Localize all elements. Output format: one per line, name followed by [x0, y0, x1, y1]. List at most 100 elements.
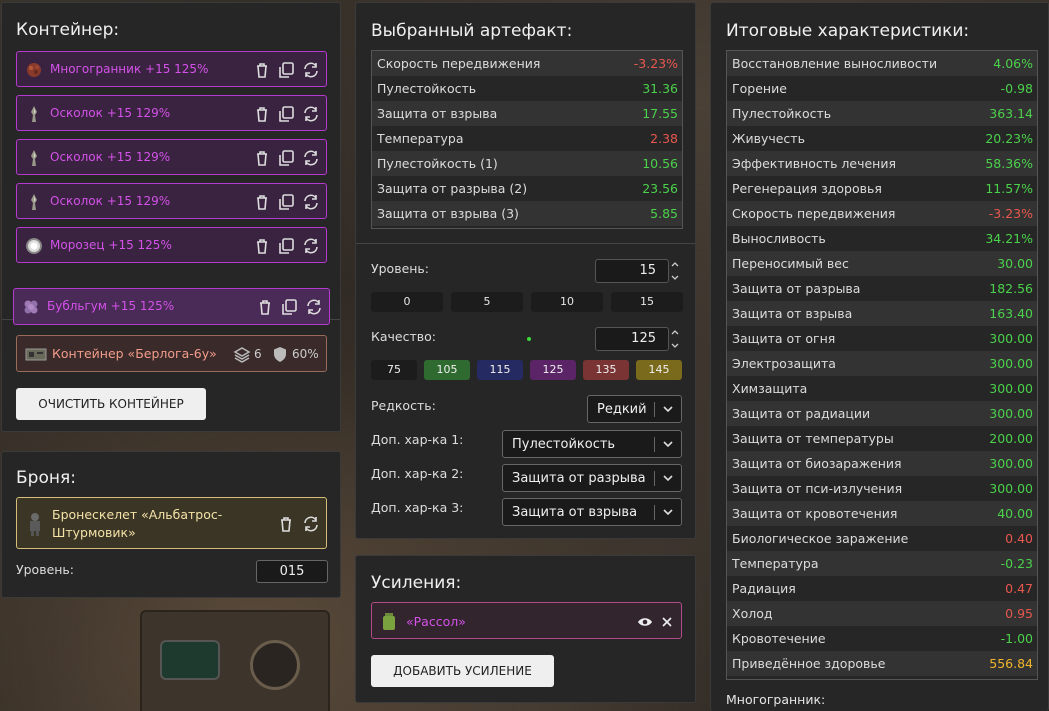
swap-icon[interactable] — [302, 237, 320, 255]
delete-icon[interactable] — [256, 298, 274, 316]
stat-value: -3.23% — [988, 206, 1033, 221]
clear-container-button[interactable]: ОЧИСТИТЬ КОНТЕЙНЕР — [16, 388, 206, 420]
container-item[interactable]: Морозец +15 125% — [16, 227, 327, 263]
stat-name: Защита от температуры — [732, 431, 894, 446]
chevron-down-icon — [662, 438, 674, 450]
container-icon — [25, 346, 47, 362]
delete-icon[interactable] — [253, 61, 271, 79]
armor-level-label: Уровень: — [16, 562, 75, 577]
swap-icon[interactable] — [302, 61, 320, 79]
container-item-label: Осколок +15 129% — [50, 194, 171, 208]
extra1-select[interactable]: Пулестойкость — [502, 430, 682, 458]
boost-item[interactable]: «Рассол» — [371, 602, 682, 639]
stat-value: 4.06% — [993, 56, 1033, 71]
stat-value: 58.36% — [985, 156, 1033, 171]
artifact-stats-table: Скорость передвижения -3.23% Пулестойкость… — [371, 50, 683, 229]
background-radio-dial — [160, 640, 220, 680]
stat-row: Скорость передвижения -3.23% — [727, 201, 1037, 226]
quality-preset-button[interactable]: 125 — [530, 360, 576, 380]
container-info[interactable]: Контейнер «Берлога-6у» 6 60% — [16, 335, 327, 372]
stat-value: 20.23% — [985, 131, 1033, 146]
swap-icon[interactable] — [302, 149, 320, 167]
container-item[interactable]: Осколок +15 129% — [16, 139, 327, 175]
stat-row: Защита от огня 300.00 — [727, 326, 1037, 351]
quality-preset-button[interactable]: 75 — [371, 360, 417, 380]
stat-name: Радиация — [732, 581, 796, 596]
stat-row: Защита от температуры 200.00 — [727, 426, 1037, 451]
swap-icon[interactable] — [305, 298, 323, 316]
artifact-quality-input[interactable]: 125 — [595, 327, 669, 351]
stat-value: -0.98 — [1000, 81, 1033, 96]
close-icon[interactable] — [660, 614, 674, 628]
stat-name: Скорость передвижения — [377, 56, 541, 71]
copy-icon[interactable] — [277, 193, 295, 211]
quality-preset-button[interactable]: 105 — [424, 360, 470, 380]
level-preset-button[interactable]: 5 — [451, 292, 523, 312]
stat-name: Приведённое здоровье — [732, 656, 886, 671]
container-panel: Контейнер: Контейнер «Берлога-6у» 6 60% … — [1, 2, 341, 432]
quality-stepper-icon[interactable] — [669, 326, 681, 352]
delete-icon[interactable] — [253, 149, 271, 167]
rarity-separator — [654, 402, 655, 417]
armor-level-input[interactable]: 015 — [256, 560, 328, 583]
extra3-label: Доп. хар-ка 3: — [371, 500, 464, 515]
stat-row: Радиация 0.47 — [727, 576, 1037, 601]
shard-icon — [25, 193, 43, 211]
add-boost-button[interactable]: ДОБАВИТЬ УСИЛЕНИЕ — [371, 655, 554, 687]
stat-value: 0.40 — [1005, 531, 1033, 546]
delete-icon[interactable] — [253, 105, 271, 123]
stat-name: Защита от взрыва — [732, 306, 853, 321]
copy-icon[interactable] — [277, 61, 295, 79]
delete-icon[interactable] — [253, 237, 271, 255]
stat-name: Холод — [732, 606, 773, 621]
stat-value: 23.56 — [642, 181, 678, 196]
stat-name: Регенерация здоровья — [732, 181, 882, 196]
quality-preset-button[interactable]: 145 — [636, 360, 682, 380]
level-preset-button[interactable]: 0 — [371, 292, 443, 312]
stat-value: -3.23% — [633, 56, 678, 71]
copy-icon[interactable] — [277, 105, 295, 123]
delete-icon[interactable] — [253, 193, 271, 211]
background-radio-knob — [250, 640, 300, 690]
stat-name: Защита от взрыва — [377, 106, 498, 121]
quality-preset-button[interactable]: 115 — [477, 360, 523, 380]
armor-item[interactable]: Бронескелет «Альбатрос-Штурмовик» — [16, 497, 327, 549]
extra3-select[interactable]: Защита от взрыва — [502, 498, 682, 526]
artifact-level-input[interactable]: 15 — [595, 259, 669, 283]
container-item[interactable]: Многогранник +15 125% — [16, 51, 327, 87]
container-item[interactable]: Осколок +15 129% — [16, 183, 327, 219]
level-preset-button[interactable]: 15 — [611, 292, 683, 312]
level-preset-button[interactable]: 10 — [531, 292, 603, 312]
swap-icon[interactable] — [302, 105, 320, 123]
stat-name: Скорость передвижения — [732, 206, 896, 221]
polyhedron-icon — [25, 61, 43, 79]
extra3-value: Защита от взрыва — [512, 505, 638, 520]
stat-row: Горение -0.98 — [727, 76, 1037, 101]
copy-icon[interactable] — [277, 237, 295, 255]
container-item-label: Многогранник +15 125% — [50, 62, 209, 76]
totals-panel: Итоговые характеристики: Восстановление … — [710, 2, 1049, 711]
copy-icon[interactable] — [280, 298, 298, 316]
artifact-quality-label: Качество: — [371, 329, 436, 344]
swap-icon[interactable] — [302, 193, 320, 211]
armor-name: Бронескелет «Альбатрос-Штурмовик» — [52, 507, 223, 540]
eye-icon[interactable] — [637, 614, 653, 628]
armor-panel-title: Броня: — [16, 468, 76, 488]
bubblegum-icon — [22, 298, 40, 316]
container-item[interactable]: Осколок +15 129% — [16, 95, 327, 131]
stat-value: 31.36 — [642, 81, 678, 96]
extra2-select[interactable]: Защита от разрыва — [502, 464, 682, 492]
stat-name: Защита от разрыва (2) — [377, 181, 528, 196]
stat-name: Кровотечение — [732, 631, 826, 646]
stat-name: Пулестойкость — [732, 106, 832, 121]
armor-swap-icon[interactable] — [302, 515, 320, 533]
level-stepper-icon[interactable] — [669, 258, 681, 284]
armor-icon — [25, 512, 45, 536]
container-item[interactable]: Бубльгум +15 125% — [13, 288, 330, 325]
rarity-select[interactable]: Редкий — [587, 395, 682, 423]
totals-footer-label: Многогранник: — [726, 692, 826, 707]
copy-icon[interactable] — [277, 149, 295, 167]
stat-row: Восстановление выносливости 4.06% — [727, 51, 1037, 76]
quality-preset-button[interactable]: 135 — [583, 360, 629, 380]
armor-delete-icon[interactable] — [277, 515, 295, 533]
